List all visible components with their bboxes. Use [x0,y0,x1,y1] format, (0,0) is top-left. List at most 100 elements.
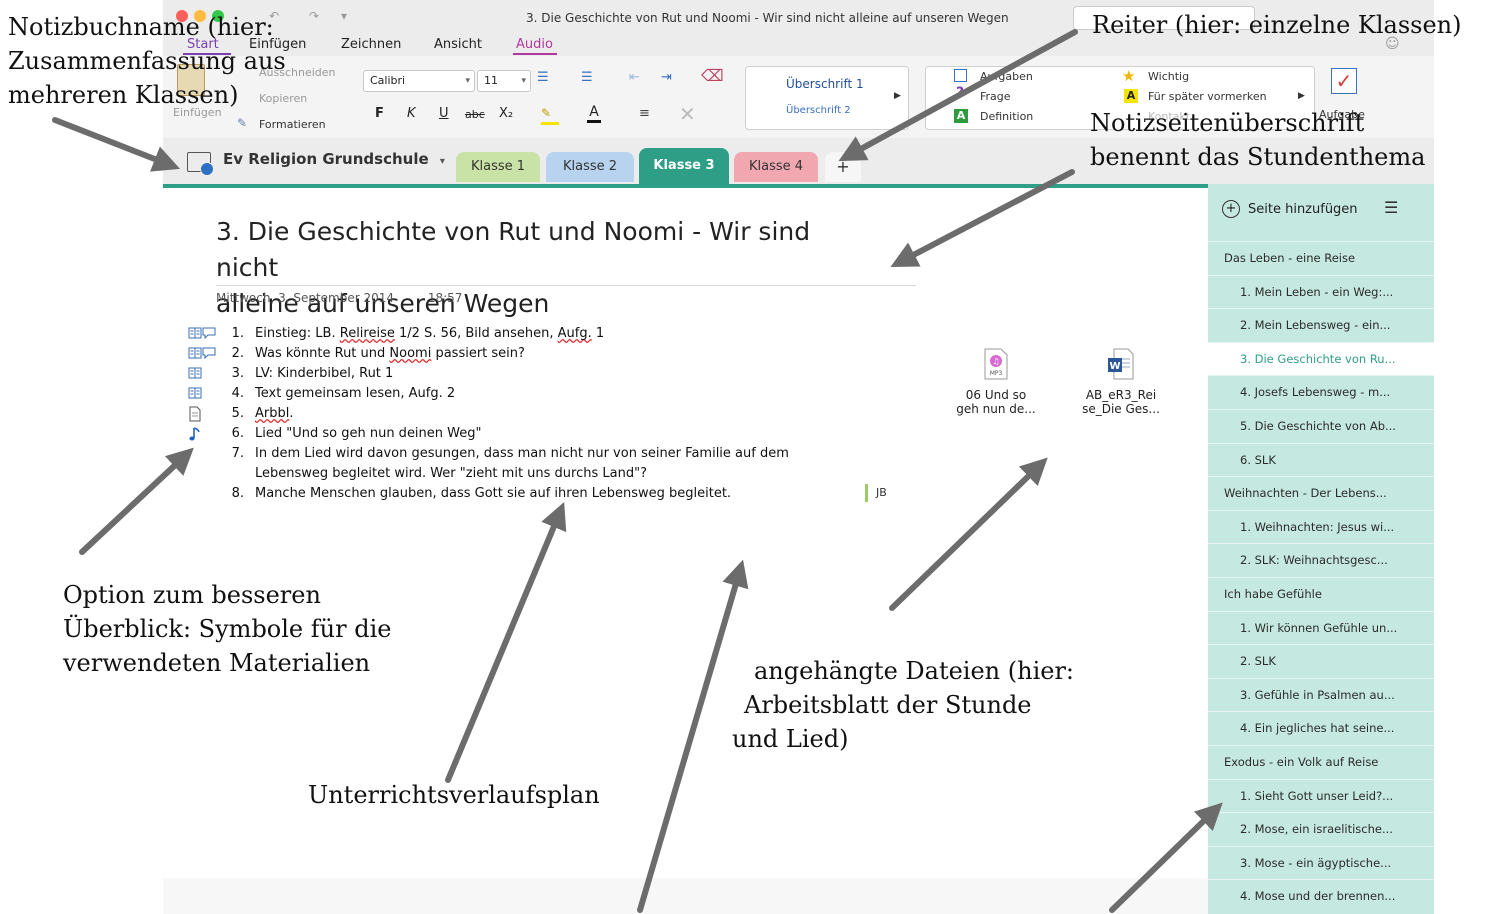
tab-ansicht[interactable]: Ansicht [434,37,482,52]
tag-important[interactable]: Wichtig [1148,70,1189,83]
page-item[interactable]: 1. Weihnachten: Jesus wi... [1208,509,1434,544]
indent-icon[interactable]: ⇥ [661,70,672,85]
page-item[interactable]: 2. SLK: Weihnachtsgesc... [1208,543,1434,577]
item-number: 1. [231,326,244,341]
tag-remember-later[interactable]: Für später vormerken [1148,90,1267,103]
page-item[interactable]: 3. Gefühle in Psalmen au... [1208,677,1434,712]
format-painter-button[interactable]: Formatieren [259,118,326,131]
tab-audio[interactable]: Audio [516,37,553,52]
page-item[interactable]: 4. Ein jegliches hat seine... [1208,711,1434,745]
page-item[interactable]: 3. Mose - ein ägyptische... [1208,845,1434,880]
annotation-line: Notizbuchname (hier: [8,13,274,41]
sort-menu-icon[interactable]: ☰ [1384,198,1398,217]
list-item[interactable]: 1. Einstieg: LB. Relireise 1/2 S. 56, Bi… [188,324,888,344]
add-page-button[interactable]: + Seite hinzufügen ☰ [1208,184,1434,234]
lesson-plan-list[interactable]: 1. Einstieg: LB. Relireise 1/2 S. 56, Bi… [188,324,888,504]
annotation-page-title: Notizseitenüberschrift benennt das Stund… [1090,106,1425,174]
tab-zeichnen[interactable]: Zeichnen [341,37,401,52]
list-item[interactable]: 8. Manche Menschen glauben, dass Gott si… [188,484,888,504]
page-item[interactable]: 1. Sieht Gott unser Leid?... [1208,778,1434,813]
subscript-button[interactable]: X₂ [499,106,513,121]
page-item[interactable]: 3. Die Geschichte von Ru... [1208,341,1434,376]
notebook-name[interactable]: Ev Religion Grundschule ▾ [223,150,445,168]
redo-icon[interactable]: ↷ [309,9,319,23]
font-name-select[interactable]: Calibri ▾ [363,70,475,92]
page-group-item[interactable]: Weihnachten - Der Lebens... [1208,476,1434,510]
item-text: Was könnte Rut und Noomi passiert sein? [255,346,525,361]
clear-formatting-icon[interactable]: ⌫ [701,66,724,85]
page-item[interactable]: 1. Wir können Gefühle un... [1208,610,1434,645]
section-tab-klasse-4[interactable]: Klasse 4 [734,152,818,182]
strikethrough-button[interactable]: abc [465,108,485,121]
item-text: Arbbl. [255,406,294,421]
attachment-name-line-2: se_Die Ges... [1082,402,1160,416]
style-heading-2[interactable]: Überschrift 2 [786,105,851,116]
list-item[interactable]: 2. Was könnte Rut und Noomi passiert sei… [188,344,888,364]
styles-gallery[interactable]: Überschrift 1 Überschrift 2 ▶ [745,66,909,130]
section-tab-klasse-1[interactable]: Klasse 1 [456,152,540,182]
bullet-list-icon[interactable]: ☰ [537,70,549,85]
word-file-icon: W [1108,348,1134,380]
tag-todo[interactable]: Aufgaben [980,70,1033,83]
item-number: 4. [231,386,244,401]
annotation-line: Zusammenfassung aus [8,47,286,75]
mp3-file-icon: ♫ MP3 [983,348,1009,380]
font-size-select[interactable]: 11 ▾ [477,70,531,92]
outdent-icon[interactable]: ⇤ [629,70,640,85]
italic-button[interactable]: K [407,106,416,121]
annotation-line: angehängte Dateien (hier: [754,657,1075,685]
highlighter-icon[interactable]: ✎ [541,106,559,125]
section-tab-klasse-2[interactable]: Klasse 2 [546,152,634,182]
page-bottom-strip [163,878,1208,914]
list-item-continuation[interactable]: Lebensweg begleitet wird. Wer "zieht mit… [188,464,888,484]
list-item[interactable]: 4. Text gemeinsam lesen, Aufg. 2 [188,384,888,404]
page-item[interactable]: 5. Die Geschichte von Ab... [1208,409,1434,443]
todo-tag-big-icon[interactable]: ✓ [1331,68,1357,94]
underline-button[interactable]: U [439,106,449,121]
numbered-list-icon[interactable]: ☰ [581,70,593,85]
list-item[interactable]: 6. Lied "Und so geh nun deinen Weg" [188,424,888,444]
item-text: Text gemeinsam lesen, Aufg. 2 [255,386,456,401]
attachment-mp3[interactable]: ♫ MP3 06 Und so geh nun de... [948,348,1044,416]
page-group-item[interactable]: Ich habe Gefühle [1208,577,1434,611]
item-number: 7. [231,446,244,461]
attachment-word[interactable]: W AB_eR3_Rei se_Die Ges... [1073,348,1169,416]
page-group-item[interactable]: Das Leben - eine Reise [1208,241,1434,275]
page-item[interactable]: 4. Josefs Lebensweg - m... [1208,375,1434,409]
definition-tag-icon: A [954,109,968,123]
list-item[interactable]: 7. In dem Lied wird davon gesungen, dass… [188,444,888,464]
page-date: Mittwoch, 3. September 2014 18:57 [216,291,462,305]
page-item[interactable]: 6. SLK [1208,442,1434,477]
page-title[interactable]: 3. Die Geschichte von Rut und Noomi - Wi… [216,214,876,322]
align-icon[interactable]: ≡ [639,106,650,121]
page-item[interactable]: 4. Mose und der brennen... [1208,879,1434,913]
page-group-item[interactable]: Exodus - ein Volk auf Reise [1208,745,1434,779]
item-text: LV: Kinderbibel, Rut 1 [255,366,394,381]
delete-icon[interactable]: ✕ [679,102,696,126]
gallery-more-icon[interactable]: ▶ [1298,91,1305,101]
music-note-icon [188,426,222,442]
bold-button[interactable]: F [375,106,384,121]
page-item[interactable]: 2. Mein Lebensweg - ein... [1208,308,1434,342]
style-heading-1[interactable]: Überschrift 1 [786,77,864,91]
tag-question[interactable]: Frage [980,90,1011,103]
customize-toolbar-icon[interactable]: ▾ [341,9,347,23]
checkbox-tag-icon [954,69,967,82]
list-item[interactable]: 5. Arbbl. [188,404,888,424]
list-item[interactable]: 3. LV: Kinderbibel, Rut 1 [188,364,888,384]
item-text: In dem Lied wird davon gesungen, dass ma… [255,446,789,461]
plus-circle-icon: + [1222,200,1240,218]
page-item[interactable]: 2. SLK [1208,644,1434,678]
annotation-line: Überblick: Symbole für die [63,615,392,643]
font-color-icon[interactable]: A [587,104,601,123]
mp3-type-label: MP3 [990,370,1003,377]
page-item[interactable]: 2. Mose, ein israelitische... [1208,812,1434,846]
arrow-to-notebook-name [52,117,181,172]
section-tab-klasse-3[interactable]: Klasse 3 [639,148,729,184]
gallery-more-icon[interactable]: ▶ [894,91,901,101]
page-item[interactable]: 1. Mein Leben - ein Weg:... [1208,274,1434,309]
item-text: Einstieg: LB. Relireise 1/2 S. 56, Bild … [255,326,605,341]
add-section-button[interactable]: + [825,152,861,182]
attachment-name-line-1: 06 Und so [965,388,1027,402]
tag-definition[interactable]: Definition [980,110,1033,123]
